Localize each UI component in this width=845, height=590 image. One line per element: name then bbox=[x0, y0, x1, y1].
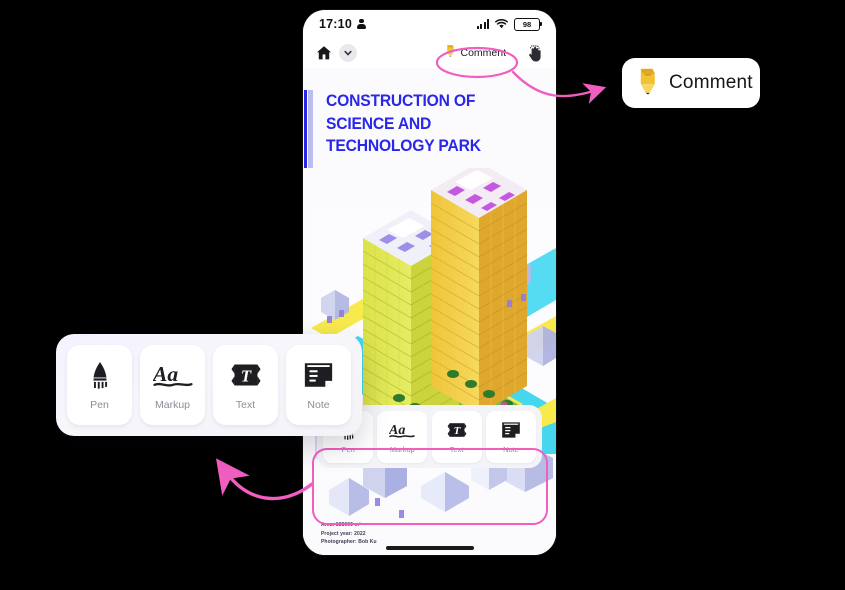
svg-text:T: T bbox=[240, 366, 251, 385]
marker-pen-icon bbox=[445, 44, 456, 62]
zoom-toolbar-item-text-label: Text bbox=[235, 398, 256, 411]
markup-aa-icon: Aa bbox=[389, 420, 416, 441]
app-nav-bar: Comment bbox=[303, 38, 556, 68]
screenshot-stage: 17:10 98 Comment CONSTRUCTION OF SCIENCE… bbox=[0, 0, 845, 590]
footer-year: Project year: 2022 bbox=[321, 530, 366, 537]
text-t-icon: T bbox=[446, 420, 468, 441]
footer-photographer: Photographer: Bob Ku bbox=[321, 539, 377, 546]
battery-level: 98 bbox=[522, 19, 532, 29]
document-footer: Area: 138000 m² Project year: 2022 Photo… bbox=[321, 521, 377, 547]
nav-left-group bbox=[315, 44, 357, 62]
cellular-signal-icon bbox=[477, 19, 489, 29]
note-icon bbox=[303, 360, 334, 390]
zoom-toolbar-item-note[interactable]: Note bbox=[286, 345, 351, 425]
status-bar-time: 17:10 bbox=[319, 17, 352, 31]
svg-text:Aa: Aa bbox=[153, 362, 178, 386]
zoomed-annotation-toolbar: Pen Aa Markup T Text Note bbox=[56, 334, 362, 436]
markup-aa-icon: Aa bbox=[153, 360, 193, 390]
zoom-toolbar-item-text[interactable]: T Text bbox=[213, 345, 278, 425]
pen-icon bbox=[89, 360, 111, 390]
toolbar-connector-arrow bbox=[215, 458, 314, 501]
wifi-icon bbox=[495, 19, 508, 29]
toolbar-item-text[interactable]: T Text bbox=[431, 410, 482, 463]
text-t-icon: T bbox=[229, 360, 263, 390]
zoom-toolbar-item-markup[interactable]: Aa Markup bbox=[140, 345, 205, 425]
zoom-toolbar-item-pen[interactable]: Pen bbox=[67, 345, 132, 425]
phone-mockup: 17:10 98 Comment CONSTRUCTION OF SCIENCE… bbox=[303, 10, 556, 555]
toolbar-item-markup-label: Markup bbox=[389, 444, 415, 454]
toolbar-item-pen-label: Pen bbox=[341, 444, 355, 454]
toolbar-item-text-label: Text bbox=[449, 444, 464, 454]
hand-pointer-icon[interactable] bbox=[526, 44, 544, 62]
chevron-down-icon[interactable] bbox=[339, 44, 357, 62]
status-bar-left: 17:10 bbox=[319, 17, 366, 31]
zoom-toolbar-item-note-label: Note bbox=[307, 398, 330, 411]
toolbar-item-note[interactable]: Note bbox=[485, 410, 536, 463]
home-indicator bbox=[385, 546, 474, 550]
comment-callout-label: Comment bbox=[669, 72, 753, 93]
footer-area: Area: 138000 m² bbox=[321, 521, 361, 528]
home-icon[interactable] bbox=[315, 45, 332, 62]
battery-icon: 98 bbox=[514, 17, 543, 31]
marker-pen-icon bbox=[636, 66, 660, 100]
toolbar-item-note-label: Note bbox=[503, 444, 519, 454]
zoom-toolbar-item-markup-label: Markup bbox=[154, 398, 190, 411]
document-title: CONSTRUCTION OF SCIENCE AND TECHNOLOGY P… bbox=[326, 91, 481, 156]
comment-callout: Comment bbox=[622, 58, 760, 108]
status-bar-right: 98 bbox=[477, 17, 543, 31]
toolbar-item-markup[interactable]: Aa Markup bbox=[377, 410, 428, 463]
comment-button[interactable]: Comment bbox=[439, 42, 512, 64]
person-icon bbox=[356, 18, 366, 30]
note-icon bbox=[501, 420, 521, 441]
document-page: CONSTRUCTION OF SCIENCE AND TECHNOLOGY P… bbox=[303, 68, 556, 555]
status-bar: 17:10 98 bbox=[303, 10, 556, 38]
comment-button-label: Comment bbox=[460, 47, 506, 59]
zoom-toolbar-item-pen-label: Pen bbox=[90, 398, 109, 411]
